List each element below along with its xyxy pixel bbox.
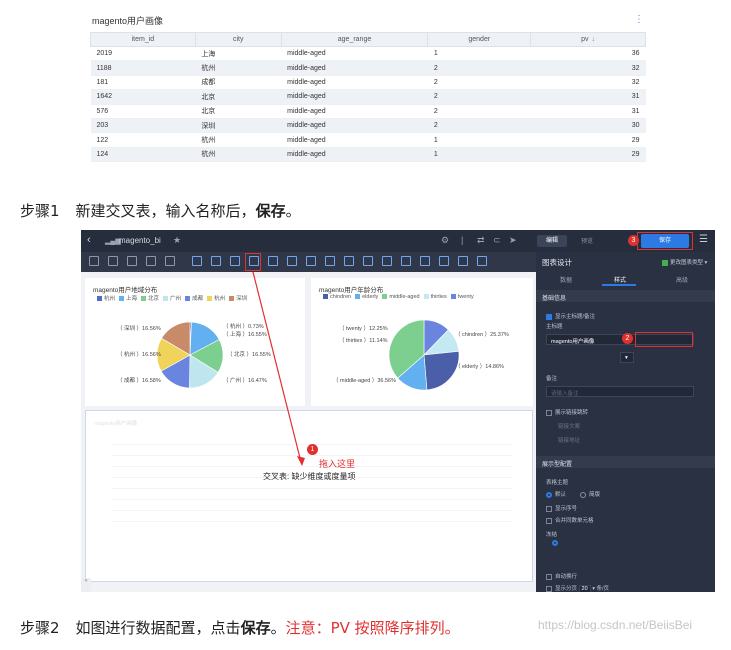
table-row[interactable]: 2019 上海 middle-aged 1 36: [90, 46, 646, 62]
table-cell: middle-aged: [281, 60, 428, 76]
table-cell: middle-aged: [281, 104, 428, 119]
table-cell: 124: [90, 147, 196, 163]
table-cell: 576: [90, 104, 196, 119]
table-row[interactable]: 203 深圳 middle-aged 2 30: [90, 118, 646, 134]
column-header[interactable]: age_range: [280, 32, 429, 47]
table-cell: 2019: [90, 46, 196, 62]
link-text-label: 链接文案: [558, 424, 581, 430]
table-cell: 122: [90, 132, 196, 148]
table-cell: 北京: [195, 89, 282, 105]
table-row[interactable]: 1642 北京 middle-aged 2 31: [90, 89, 646, 105]
table-cell: 1188: [90, 60, 196, 76]
column-header[interactable]: city: [194, 32, 282, 47]
table-cell: 29: [530, 132, 646, 148]
tab-underline: [602, 284, 636, 286]
table-cell: 杭州: [195, 147, 282, 163]
crosstab-preview: magento用户画像 ⋮ item_id city age_range gen…: [86, 6, 652, 163]
panel-tabs: 数据 样式 高级: [536, 272, 715, 286]
table-cell: 29: [530, 147, 646, 163]
freeze-label: 冻结: [546, 532, 558, 538]
section-display[interactable]: 展示型配置: [536, 456, 715, 468]
section-basic[interactable]: 基础信息: [536, 290, 715, 302]
watermark: https://blog.csdn.net/BeiisBei: [538, 618, 693, 632]
table-cell: middle-aged: [281, 118, 428, 134]
table-row[interactable]: 181 成都 middle-aged 2 32: [90, 75, 646, 91]
chart-design-panel: 图表设计 更改图表类型 ▾ 数据 样式 高级 基础信息 显示主标题/备注 主标题…: [536, 252, 715, 592]
column-header[interactable]: gender: [427, 32, 532, 47]
highlight-title-input: [635, 332, 693, 347]
link-jump-checkbox[interactable]: 展示链接跳转: [546, 408, 588, 416]
table-cell: middle-aged: [281, 147, 428, 163]
more-icon[interactable]: ⋮: [634, 14, 644, 25]
page-size-select[interactable]: 20: [578, 585, 591, 592]
step2-text: 步骤2 如图进行数据配置，点击保存。注意：PV 按照降序排列。: [20, 619, 460, 637]
note-label: 备注: [546, 376, 558, 382]
collapse-icon[interactable]: «: [81, 578, 91, 592]
show-serial-checkbox[interactable]: 显示序号: [546, 504, 577, 512]
change-chart-type[interactable]: 更改图表类型 ▾: [662, 258, 707, 266]
table-cell: 1: [427, 46, 531, 62]
table-cell: middle-aged: [281, 132, 428, 148]
table-header-row: item_id city age_range gender pv ↓: [90, 32, 646, 47]
table-cell: 北京: [195, 104, 282, 119]
table-cell: 181: [90, 75, 196, 91]
auto-wrap-checkbox[interactable]: 自动换行: [546, 572, 577, 580]
tab-advanced[interactable]: 高级: [676, 275, 688, 284]
theme-default-radio[interactable]: 默认: [546, 490, 566, 498]
merge-cells-checkbox[interactable]: 合并同数单元格: [546, 516, 594, 524]
table-row[interactable]: 122 杭州 middle-aged 1 29: [90, 132, 646, 148]
freeze-radio[interactable]: [552, 540, 561, 546]
column-header-pv[interactable]: pv ↓: [530, 32, 646, 47]
table-cell: 31: [530, 104, 646, 119]
tab-data[interactable]: 数据: [560, 275, 572, 284]
pagination-checkbox[interactable]: 显示分页 20 ▾ 条/页: [546, 584, 609, 592]
table-cell: 2: [427, 60, 531, 76]
table-cell: 32: [530, 60, 646, 76]
table-theme-label: 表格主题: [546, 480, 569, 486]
table-row[interactable]: 1188 杭州 middle-aged 2 32: [90, 60, 646, 76]
table-cell: middle-aged: [281, 75, 428, 91]
step1-text: 步骤1 新建交叉表，输入名称后，保存。: [20, 202, 301, 220]
table-cell: 203: [90, 118, 196, 134]
table-cell: 杭州: [195, 60, 282, 76]
show-title-checkbox[interactable]: 显示主标题/备注: [546, 312, 595, 320]
column-header[interactable]: item_id: [90, 32, 196, 47]
table-cell: middle-aged: [281, 89, 428, 105]
crosstab-table: item_id city age_range gender pv ↓ 2019 上海…: [90, 32, 646, 163]
table-row[interactable]: 576 北京 middle-aged 2 31: [90, 104, 646, 119]
table-cell: 杭州: [195, 132, 282, 148]
table-cell: 2: [427, 75, 531, 91]
chart-type-icon: [662, 259, 668, 266]
table-cell: 1642: [90, 89, 196, 105]
table-row[interactable]: 124 杭州 middle-aged 1 29: [90, 147, 646, 163]
theme-simple-radio[interactable]: 简版: [580, 490, 600, 498]
table-cell: 2: [427, 118, 531, 134]
note-input[interactable]: 请输入备注: [546, 386, 694, 397]
panel-title: 图表设计: [542, 258, 572, 267]
main-title-label: 主标题: [546, 324, 563, 330]
table-cell: middle-aged: [281, 46, 428, 62]
table-cell: 1: [427, 147, 531, 163]
sort-desc-icon[interactable]: ↓: [592, 36, 596, 43]
table-cell: 上海: [195, 46, 282, 62]
table-cell: 31: [530, 89, 646, 105]
table-cell: 36: [530, 46, 646, 62]
table-cell: 深圳: [195, 118, 282, 134]
font-size-select[interactable]: ▾: [620, 352, 634, 363]
tab-style[interactable]: 样式: [614, 275, 626, 284]
table-cell: 1: [427, 132, 531, 148]
table-cell: 成都: [195, 75, 282, 91]
link-addr-label: 链接地址: [558, 438, 581, 444]
table-cell: 2: [427, 104, 531, 119]
crosstab-title: magento用户画像: [92, 16, 164, 26]
table-cell: 32: [530, 75, 646, 91]
step-badge-2: 2: [622, 333, 633, 344]
table-cell: 2: [427, 89, 531, 105]
table-cell: 30: [530, 118, 646, 134]
bi-editor-screenshot: ‹ ▂▄▆ magento_bi ★ ⚙ | ⇄ ⊂ ➤ 编辑 预览 3 保存 …: [81, 230, 715, 592]
